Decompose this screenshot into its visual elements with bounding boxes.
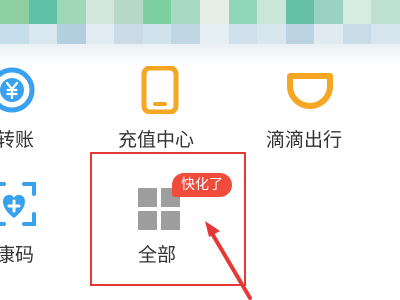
mosaic-tile — [171, 0, 200, 24]
grid-item-label: 充值中心 — [118, 129, 195, 151]
mosaic-tile — [314, 0, 343, 24]
grid-item-label: 康码 — [0, 244, 35, 266]
phone-recharge-icon — [141, 66, 179, 114]
badge: 快化了 — [172, 173, 232, 197]
mosaic-tile — [28, 0, 58, 24]
blurred-banner — [0, 0, 400, 48]
mosaic-tile — [342, 0, 372, 24]
grid-item-label: 滴滴出行 — [266, 129, 343, 151]
mosaic-tile — [199, 0, 229, 24]
mosaic-tile — [285, 0, 315, 24]
mosaic-tile — [0, 0, 29, 24]
mosaic-tile — [142, 0, 172, 24]
banner-fade — [0, 44, 400, 66]
grid-item-label: 转账 — [0, 129, 35, 151]
mosaic-tile — [228, 0, 258, 24]
mosaic-tile — [85, 0, 115, 24]
mosaic-tile — [114, 0, 143, 24]
yuan-transfer-icon — [0, 67, 35, 113]
arrow-annotation-icon — [205, 221, 252, 300]
didi-icon — [287, 73, 333, 109]
mosaic-tile — [257, 0, 286, 24]
mosaic-tile — [57, 0, 86, 24]
mosaic-tile — [371, 0, 400, 24]
health-code-icon — [0, 182, 36, 226]
